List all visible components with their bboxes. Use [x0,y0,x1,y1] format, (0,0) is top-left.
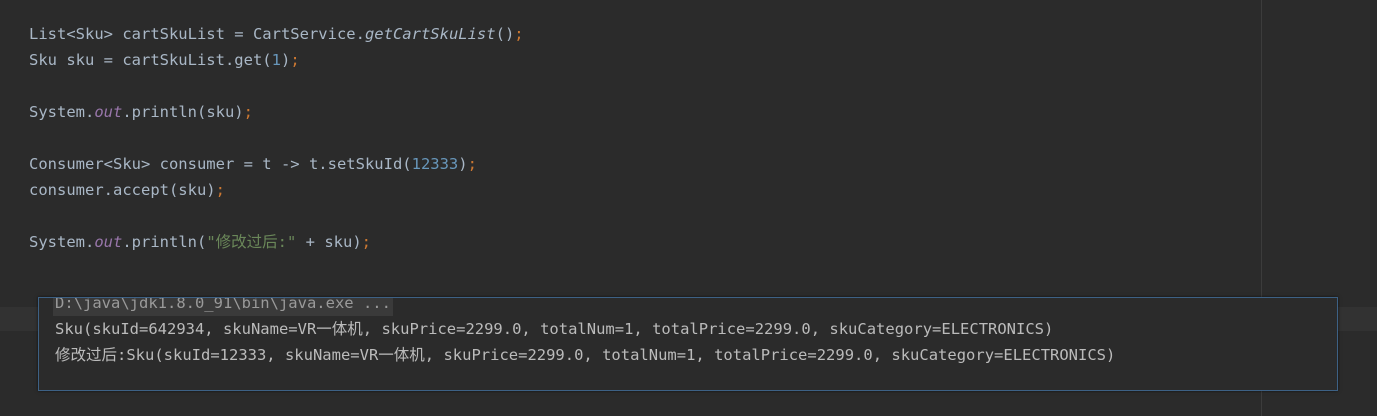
code-text: .println( [122,233,207,251]
code-text: System. [29,103,95,121]
code-line-2[interactable]: Sku sku = cartSkuList.get(1); [29,48,300,72]
number-literal: 12333 [411,155,459,173]
semicolon: ; [290,51,300,69]
console-command-line: D:\java\jdk1.8.0_91\bin\java.exe ... [53,298,393,316]
semicolon: ; [514,25,524,43]
semicolon: ; [243,103,253,121]
code-text: ) [458,155,468,173]
semicolon: ; [215,181,225,199]
code-text: .println(sku) [122,103,244,121]
code-text: + sku) [296,233,362,251]
console-output-line-2: 修改过后:Sku(skuId=12333, skuName=VR一体机, sku… [55,346,1116,364]
static-field: out [94,233,123,251]
code-text: ) [280,51,291,69]
method-name: getCartSkuList [364,25,496,43]
number-literal: 1 [271,51,281,69]
code-text: System. [29,233,95,251]
code-editor[interactable]: List<Sku> cartSkuList = CartService.getC… [0,0,1377,416]
console-output-line-1: Sku(skuId=642934, skuName=VR一体机, skuPric… [55,320,1054,338]
console-output-panel[interactable]: D:\java\jdk1.8.0_91\bin\java.exe ... Sku… [38,297,1338,391]
code-text: () [495,25,515,43]
code-line-4[interactable]: Consumer<Sku> consumer = t -> t.setSkuId… [29,152,477,176]
code-text: List<Sku> cartSkuList = CartService. [29,25,365,43]
code-text: Sku sku = cartSkuList.get( [29,51,272,69]
static-field: out [94,103,123,121]
code-text: Consumer<Sku> consumer = t -> t.setSkuId… [29,155,412,173]
code-line-1[interactable]: List<Sku> cartSkuList = CartService.getC… [29,22,524,46]
string-literal: "修改过后:" [206,233,297,251]
semicolon: ; [361,233,371,251]
code-line-3[interactable]: System.out.println(sku); [29,100,253,124]
code-text: consumer.accept(sku) [29,181,216,199]
semicolon: ; [467,155,477,173]
code-line-5[interactable]: consumer.accept(sku); [29,178,225,202]
code-line-6[interactable]: System.out.println("修改过后:" + sku); [29,230,371,254]
